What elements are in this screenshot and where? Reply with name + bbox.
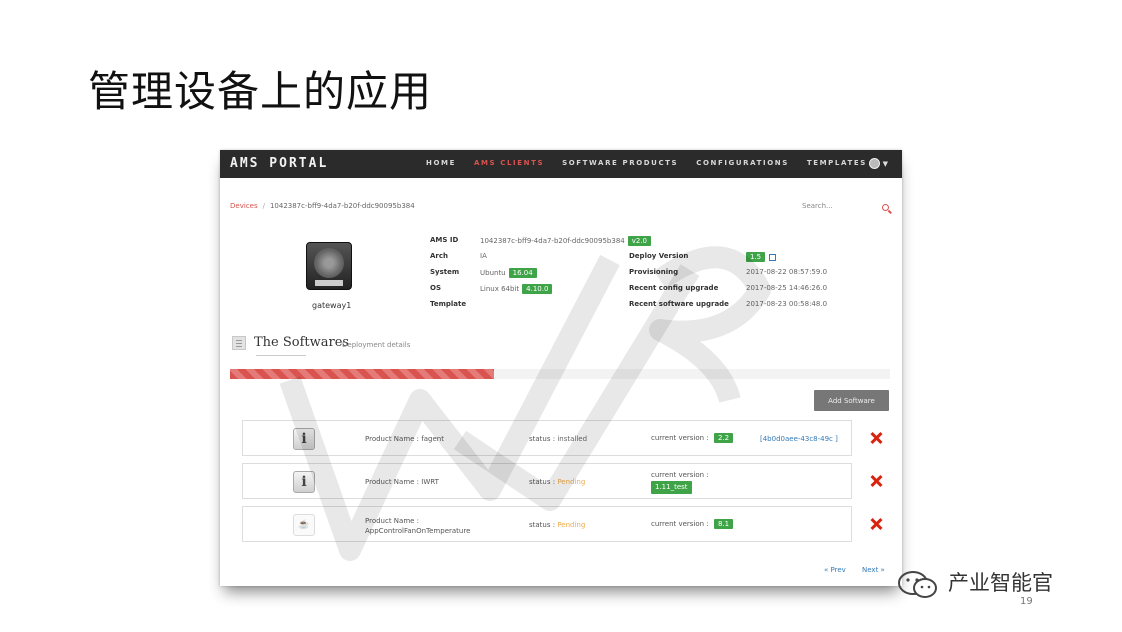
field-provisioning: Provisioning 2017-08-22 08:57:59.0 (629, 268, 849, 280)
status-label: status (529, 478, 551, 486)
field-value: Ubuntu 16.04 (480, 268, 537, 278)
field-ams-id: AMS ID 1042387c-bff9-4da7-b20f-ddc90095b… (430, 236, 690, 248)
deployment-link[interactable]: [4b0d0aee-43c8-49c ] (760, 435, 838, 443)
product-name: Product Name : fagent (365, 435, 444, 443)
pager-prev[interactable]: « Prev (824, 566, 846, 574)
device-name: gateway1 (312, 301, 352, 310)
wechat-icon (896, 570, 940, 600)
hard-drive-icon (306, 242, 352, 290)
field-label: Provisioning (629, 268, 679, 276)
os-badge: 4.10.0 (522, 284, 553, 294)
version-label: current version (651, 471, 705, 479)
nav-ams-clients[interactable]: AMS CLIENTS (474, 159, 544, 167)
software-version: current version :1.11_test (651, 470, 709, 494)
field-label: Recent software upgrade (629, 300, 729, 308)
field-deploy-version: Deploy Version 1.5 (629, 252, 849, 264)
version-badge: v2.0 (627, 236, 652, 246)
delete-icon[interactable] (870, 518, 882, 530)
breadcrumb-separator: / (262, 202, 265, 210)
add-software-button[interactable]: Add Software (814, 390, 889, 411)
product-name: Product Name : AppControlFanOnTemperatur… (365, 517, 471, 535)
deploy-badge: 1.5 (746, 252, 766, 262)
document-icon (232, 336, 246, 350)
software-row: i Product Name : IWRT status : Pending c… (242, 463, 852, 499)
breadcrumb-current: 1042387c-bff9-4da7-b20f-ddc90095b384 (269, 202, 415, 210)
nav-home[interactable]: HOME (426, 159, 456, 167)
breadcrumb-devices[interactable]: Devices (230, 202, 258, 210)
brand-logo[interactable]: AMS PORTAL (230, 156, 328, 171)
java-icon: ☕ (293, 514, 315, 536)
section-subtitle: Deployment details (342, 341, 411, 349)
field-value: 2017-08-22 08:57:59.0 (746, 268, 828, 276)
field-os: OS Linux 64bit 4.10.0 (430, 284, 630, 296)
software-status: status : Pending (529, 521, 586, 529)
search-input[interactable]: Search... (798, 199, 858, 213)
progress-fill (230, 369, 494, 379)
search-icon[interactable] (882, 204, 889, 211)
page-number: 19 (1020, 596, 1033, 607)
breadcrumb: Devices / 1042387c-bff9-4da7-b20f-ddc90095… (230, 202, 415, 210)
field-value: IA (480, 252, 487, 260)
status-label: status (529, 521, 551, 529)
info-icon: i (293, 428, 315, 450)
software-status: status : installed (529, 435, 588, 443)
software-row: i Product Name : fagent status : install… (242, 420, 852, 456)
globe-icon (868, 158, 880, 169)
field-config-upgrade: Recent config upgrade 2017-08-25 14:46:2… (629, 284, 849, 296)
nav-configurations[interactable]: CONFIGURATIONS (696, 159, 789, 167)
version-badge: 8.1 (713, 519, 734, 529)
delete-icon[interactable] (870, 432, 882, 444)
ams-id-value: 1042387c-bff9-4da7-b20f-ddc90095b384 (480, 237, 625, 245)
delete-icon[interactable] (870, 475, 882, 487)
os-value: Linux 64bit (480, 285, 520, 293)
software-row: ☕ Product Name : AppControlFanOnTemperat… (242, 506, 852, 542)
user-menu[interactable]: ▼ (868, 158, 888, 169)
field-label: Arch (430, 252, 449, 260)
nav-software-products[interactable]: SOFTWARE PRODUCTS (562, 159, 678, 167)
version-label: current version (651, 520, 705, 528)
field-arch: Arch IA (430, 252, 630, 264)
software-version: current version : 8.1 (651, 519, 734, 529)
field-template: Template (430, 300, 630, 312)
status-value: Pending (557, 478, 586, 486)
system-badge: 16.04 (508, 268, 537, 278)
field-value: 1042387c-bff9-4da7-b20f-ddc90095b384 v2.0 (480, 236, 652, 246)
deployment-progress-bar (230, 369, 890, 379)
section-title: The Softwares (254, 335, 350, 350)
section-divider (256, 355, 306, 356)
product-name: Product Name : IWRT (365, 478, 439, 486)
system-value: Ubuntu (480, 269, 506, 277)
nav-links: HOME AMS CLIENTS SOFTWARE PRODUCTS CONFI… (426, 159, 885, 167)
field-value: Linux 64bit 4.10.0 (480, 284, 553, 294)
field-software-upgrade: Recent software upgrade 2017-08-23 00:58… (629, 300, 849, 312)
field-label: System (430, 268, 460, 276)
field-label: OS (430, 284, 441, 292)
version-badge: 1.11_test (651, 481, 692, 494)
status-value: installed (557, 435, 588, 443)
field-label: Deploy Version (629, 252, 689, 260)
version-badge: 2.2 (713, 433, 734, 443)
software-version: current version : 2.2 (651, 433, 734, 443)
slide-title: 管理设备上的应用 (88, 67, 433, 116)
field-system: System Ubuntu 16.04 (430, 268, 630, 280)
field-value: 1.5 (743, 252, 777, 262)
copy-icon[interactable] (769, 253, 777, 261)
version-label: current version (651, 434, 705, 442)
ams-portal-screenshot: AMS PORTAL HOME AMS CLIENTS SOFTWARE PRO… (220, 150, 902, 586)
info-icon: i (293, 471, 315, 493)
pager-next[interactable]: Next » (862, 566, 885, 574)
field-label: AMS ID (430, 236, 459, 244)
nav-templates[interactable]: TEMPLATES (807, 159, 867, 167)
status-label: status (529, 435, 551, 443)
status-value: Pending (557, 521, 586, 529)
field-value: 2017-08-25 14:46:26.0 (746, 284, 828, 292)
brand-name: 产业智能官 (948, 571, 1053, 595)
field-label: Recent config upgrade (629, 284, 719, 292)
field-label: Template (430, 300, 467, 308)
caret-down-icon: ▼ (882, 159, 888, 168)
navbar: AMS PORTAL HOME AMS CLIENTS SOFTWARE PRO… (220, 150, 902, 178)
field-value: 2017-08-23 00:58:48.0 (746, 300, 828, 308)
software-status: status : Pending (529, 478, 586, 486)
